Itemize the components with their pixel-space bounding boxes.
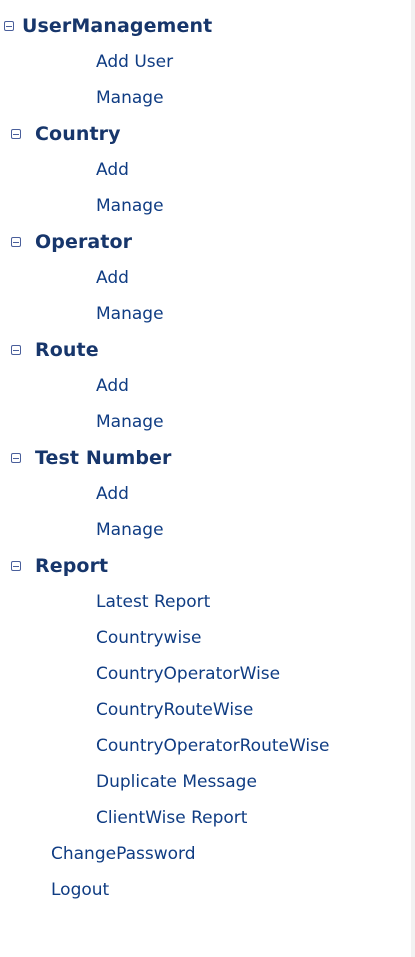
menu-item-client-wise-report[interactable]: ClientWise Report (0, 800, 411, 836)
menu-item-add-country[interactable]: Add (0, 152, 411, 188)
report-header[interactable]: Report (0, 548, 411, 584)
menu-item-manage-users[interactable]: Manage (0, 80, 411, 116)
test-number-section: Test Number Add Manage (0, 440, 411, 548)
menu-item-add-user[interactable]: Add User (0, 44, 411, 80)
user-management-header[interactable]: UserManagement (0, 8, 411, 44)
logout-link[interactable]: Logout (0, 872, 411, 908)
menu-item-country-route-wise[interactable]: CountryRouteWise (0, 692, 411, 728)
menu-item-manage-test-number[interactable]: Manage (0, 512, 411, 548)
collapse-minus-icon[interactable] (4, 21, 14, 31)
menu-item-manage-country[interactable]: Manage (0, 188, 411, 224)
collapse-minus-icon[interactable] (11, 237, 21, 247)
side-menu: UserManagement Add User Manage Country A… (0, 8, 411, 908)
page-right-edge (411, 0, 415, 957)
menu-item-countrywise[interactable]: Countrywise (0, 620, 411, 656)
test-number-header[interactable]: Test Number (0, 440, 411, 476)
operator-label: Operator (35, 231, 133, 253)
menu-item-add-operator[interactable]: Add (0, 260, 411, 296)
menu-item-duplicate-message[interactable]: Duplicate Message (0, 764, 411, 800)
test-number-label: Test Number (35, 447, 172, 469)
menu-item-country-operator-wise[interactable]: CountryOperatorWise (0, 656, 411, 692)
route-label: Route (35, 339, 99, 361)
operator-header[interactable]: Operator (0, 224, 411, 260)
navigation-page: UserManagement Add User Manage Country A… (0, 0, 411, 957)
collapse-minus-icon[interactable] (11, 129, 21, 139)
menu-item-add-test-number[interactable]: Add (0, 476, 411, 512)
menu-item-manage-operator[interactable]: Manage (0, 296, 411, 332)
collapse-minus-icon[interactable] (11, 453, 21, 463)
menu-item-country-operator-route-wise[interactable]: CountryOperatorRouteWise (0, 728, 411, 764)
country-section: Country Add Manage (0, 116, 411, 224)
menu-item-add-route[interactable]: Add (0, 368, 411, 404)
collapse-minus-icon[interactable] (11, 345, 21, 355)
collapse-minus-icon[interactable] (11, 561, 21, 571)
country-label: Country (35, 123, 121, 145)
user-management-label: UserManagement (22, 15, 213, 37)
route-header[interactable]: Route (0, 332, 411, 368)
menu-item-latest-report[interactable]: Latest Report (0, 584, 411, 620)
operator-section: Operator Add Manage (0, 224, 411, 332)
country-header[interactable]: Country (0, 116, 411, 152)
report-section: Report Latest Report Countrywise Country… (0, 548, 411, 836)
change-password-link[interactable]: ChangePassword (0, 836, 411, 872)
user-management-section: UserManagement Add User Manage (0, 8, 411, 116)
route-section: Route Add Manage (0, 332, 411, 440)
menu-item-manage-route[interactable]: Manage (0, 404, 411, 440)
report-label: Report (35, 555, 109, 577)
